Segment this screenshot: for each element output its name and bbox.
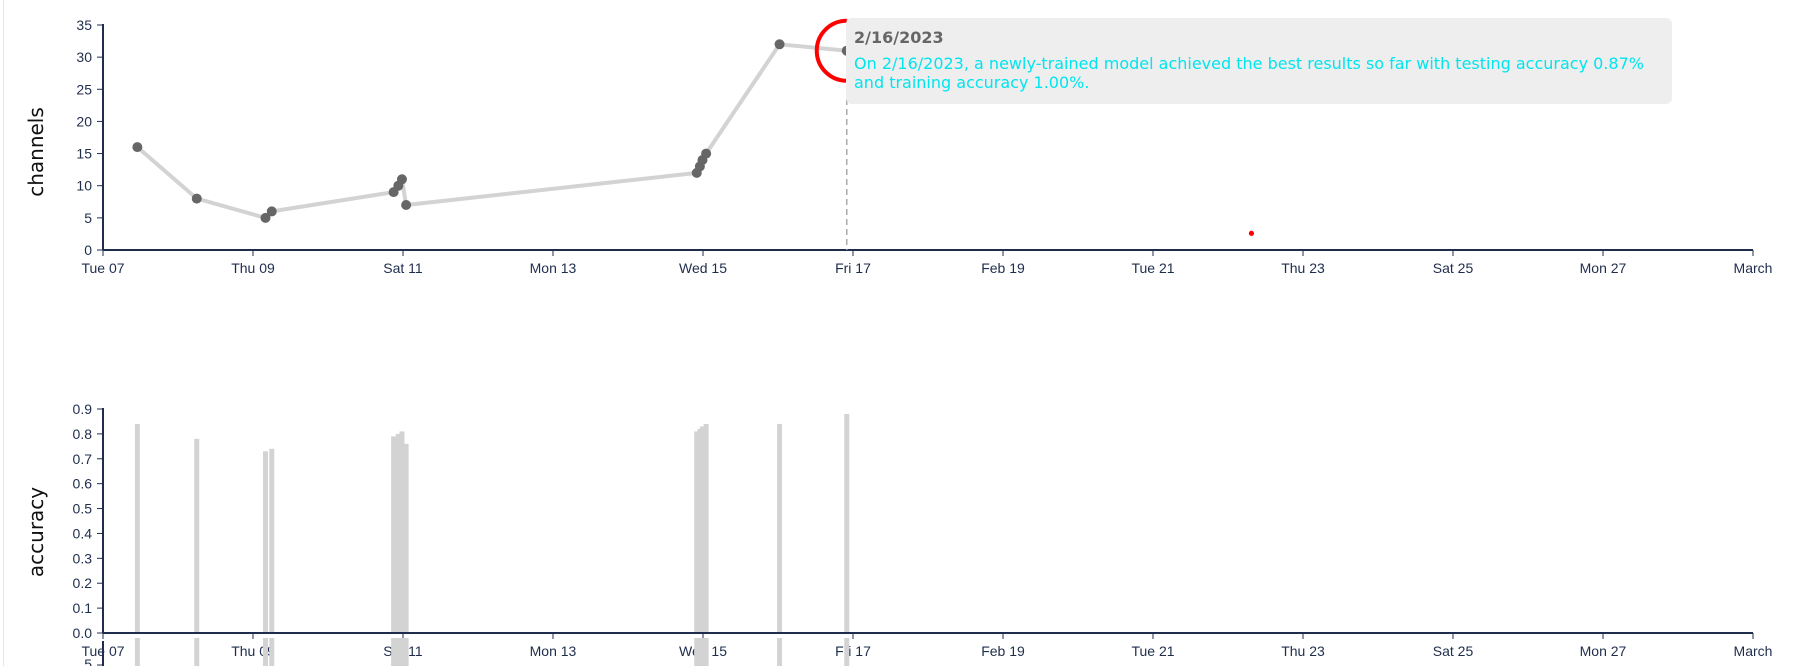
x-tick-label: Sat 11 xyxy=(383,260,423,276)
accuracy-bar xyxy=(263,451,268,633)
y-tick-label: 0.3 xyxy=(73,550,93,566)
channels-series-line xyxy=(136,42,847,221)
x-tick-label: March xyxy=(1734,260,1773,276)
accuracy-bar-below xyxy=(844,638,850,666)
y-tick-label: 30 xyxy=(76,49,92,65)
accuracy-bar-below xyxy=(391,638,397,666)
accuracy-bar-below xyxy=(703,638,709,666)
y-tick-label: 10 xyxy=(76,178,92,194)
y-tick-label: 25 xyxy=(76,81,92,97)
x-tick-label: Sat 25 xyxy=(1433,260,1474,276)
tooltip: 2/16/2023 On 2/16/2023, a newly-trained … xyxy=(846,18,1672,104)
x-tick-label: Tue 21 xyxy=(1131,643,1174,659)
y-tick-label: 0.5 xyxy=(73,501,93,517)
y-tick-label: 0.0 xyxy=(73,625,93,641)
accuracy-bar-below xyxy=(134,638,140,666)
channels-point xyxy=(266,206,277,217)
channels-point xyxy=(701,148,712,159)
channels-point xyxy=(774,39,785,50)
accuracy-bar xyxy=(391,436,397,633)
accuracy-bar xyxy=(403,443,409,633)
accuracy-bar xyxy=(703,423,709,633)
accuracy-bar xyxy=(134,423,140,633)
accuracy-lower-chart-edge: 5 xyxy=(84,638,850,666)
x-tick-label: Fri 17 xyxy=(835,260,871,276)
x-tick-label: Fri 17 xyxy=(835,643,871,659)
y-tick-label: 0.7 xyxy=(73,451,93,467)
x-tick-label: Thu 09 xyxy=(231,260,275,276)
lower-y-tick-label: 5 xyxy=(84,656,92,666)
x-tick-label: Feb 19 xyxy=(981,260,1025,276)
x-tick-label: Mon 13 xyxy=(530,260,577,276)
accuracy-bar-below xyxy=(269,638,275,666)
accuracy-y-axis: 0.0 0.1 0.2 0.3 0.4 0.5 0.6 0.7 0.8 0.9 xyxy=(73,401,104,641)
channels-axis-title: channels xyxy=(24,107,48,197)
y-tick-label: 20 xyxy=(76,113,92,129)
accuracy-bar xyxy=(194,438,200,633)
tooltip-date: 2/16/2023 xyxy=(854,28,944,47)
accuracy-bar-below xyxy=(403,638,409,666)
accuracy-x-axis: Tue 07Thu 09Sat 11Mon 13Wed 15Fri 17Feb … xyxy=(81,632,1773,659)
y-tick-label: 5 xyxy=(84,210,92,226)
accuracy-bar xyxy=(777,423,783,633)
accuracy-bar xyxy=(844,413,850,633)
x-tick-label: March xyxy=(1734,643,1773,659)
accuracy-axis-title: accuracy xyxy=(24,487,48,577)
x-tick-label: Thu 23 xyxy=(1281,643,1325,659)
x-tick-label: Tue 07 xyxy=(81,260,124,276)
accuracy-bar-below xyxy=(194,638,200,666)
y-tick-label: 0.1 xyxy=(73,600,93,616)
x-tick-label: Thu 09 xyxy=(231,643,275,659)
red-marker-dot xyxy=(1248,230,1255,236)
channels-point xyxy=(191,193,202,204)
channels-x-axis: Tue 07 Thu 09 Sat 11 Mon 13 Wed 15 Fri 17 Feb … xyxy=(81,249,1773,276)
channels-y-axis: 0 5 10 15 20 25 30 35 xyxy=(76,17,104,258)
x-tick-label: Feb 19 xyxy=(981,643,1025,659)
tooltip-message: On 2/16/2023, a newly-trained model achi… xyxy=(854,54,1644,92)
y-tick-label: 0 xyxy=(84,242,92,258)
x-tick-label: Mon 27 xyxy=(1580,643,1627,659)
channels-point xyxy=(396,174,407,185)
x-tick-label: Mon 27 xyxy=(1580,260,1627,276)
y-tick-label: 0.9 xyxy=(73,401,93,417)
accuracy-bars xyxy=(134,413,850,633)
x-tick-label: Sat 25 xyxy=(1433,643,1474,659)
channels-point xyxy=(401,200,412,210)
y-tick-label: 0.8 xyxy=(73,426,93,442)
x-tick-label: Wed 15 xyxy=(679,260,727,276)
y-tick-label: 0.2 xyxy=(73,575,93,591)
x-tick-label: Mon 13 xyxy=(530,643,577,659)
channels-point xyxy=(132,142,143,153)
accuracy-bar xyxy=(269,448,275,633)
y-tick-label: 0.4 xyxy=(73,525,93,541)
x-tick-label: Thu 23 xyxy=(1281,260,1325,276)
accuracy-bar-below xyxy=(777,638,783,666)
x-tick-label: Tue 21 xyxy=(1131,260,1174,276)
y-tick-label: 15 xyxy=(76,146,92,162)
accuracy-bar-below xyxy=(263,638,268,666)
y-tick-label: 0.6 xyxy=(73,476,93,492)
y-tick-label: 35 xyxy=(76,17,92,33)
accuracy-chart: accuracy 0.00.10.20.30.40.50.60.70.80.9 … xyxy=(24,401,1772,666)
